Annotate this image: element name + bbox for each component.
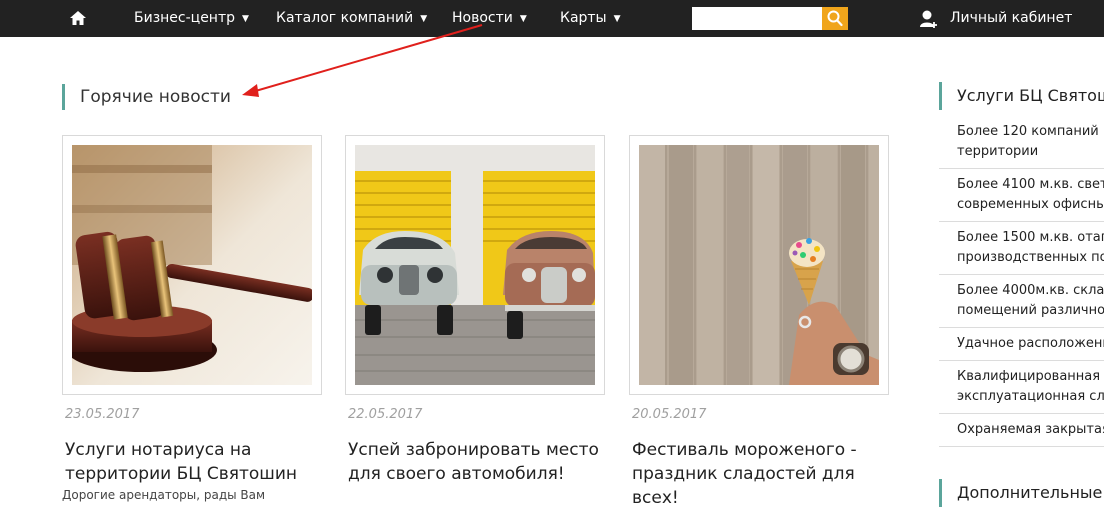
sidebar-title: Услуги БЦ Святошин (939, 82, 1104, 110)
list-item[interactable]: Охраняемая закрытая (939, 414, 1104, 447)
list-item-line: Более 4000м.кв. складских (957, 283, 1104, 298)
news-card-image-link[interactable] (629, 135, 889, 395)
list-item-line: Более 4100 м.кв. светлых (957, 177, 1104, 192)
news-date: 20.05.2017 (632, 407, 707, 422)
news-card: 22.05.2017 Успей забронировать место для… (345, 135, 605, 486)
news-card: 23.05.2017 Услуги нотариуса на территори… (62, 135, 322, 502)
list-item[interactable]: Квалифицированная эксплуатационная служб… (939, 361, 1104, 414)
list-item-line: производственных помещений (957, 250, 1104, 265)
news-card-image-link[interactable] (345, 135, 605, 395)
list-item-line: Более 120 компаний на (957, 124, 1104, 139)
news-date: 22.05.2017 (348, 407, 423, 422)
search-button[interactable] (822, 7, 848, 30)
list-item-line: помещений различного (957, 303, 1104, 318)
personal-cabinet-link[interactable]: Личный кабинет (950, 0, 1072, 37)
list-item[interactable]: Удачное расположение (939, 328, 1104, 361)
services-sidebar: Услуги БЦ Святошин Более 120 компаний на… (939, 82, 1104, 447)
list-item[interactable]: Более 1500 м.кв. отапливаемых производст… (939, 222, 1104, 275)
sidebar-title-additional: Дополнительные (939, 479, 1104, 507)
annotation-arrow-icon (242, 24, 483, 97)
nav-item-label: Карты (560, 10, 607, 26)
news-card: 20.05.2017 Фестиваль мороженого - праздн… (629, 135, 889, 510)
list-item-line: Удачное расположение (957, 336, 1104, 351)
home-icon[interactable] (68, 9, 88, 27)
services-list: Более 120 компаний на территории Более 4… (939, 116, 1104, 447)
news-title-link[interactable]: Услуги нотариуса на территории БЦ Святош… (65, 438, 322, 486)
user-icon[interactable] (919, 9, 939, 29)
news-title-link[interactable]: Успей забронировать место для своего авт… (348, 438, 605, 486)
search-input[interactable] (692, 7, 822, 30)
top-nav-bar: Бизнес-центр ▼ Каталог компаний ▼ Новости ▼… (0, 0, 1104, 37)
list-item-line: Более 1500 м.кв. отапливаемых (957, 230, 1104, 245)
news-title-link[interactable]: Фестиваль мороженого - праздник сладосте… (632, 438, 889, 510)
vintage-cars-garage-photo (355, 145, 595, 385)
news-card-image-link[interactable] (62, 135, 322, 395)
caret-down-icon: ▼ (613, 14, 621, 24)
list-item[interactable]: Более 4100 м.кв. светлых современных офи… (939, 169, 1104, 222)
caret-down-icon: ▼ (519, 14, 527, 24)
news-excerpt: Дорогие арендаторы, рады Вам (62, 488, 266, 502)
nav-item-label: Бизнес-центр (134, 10, 236, 26)
list-item-line: Охраняемая закрытая (957, 422, 1104, 437)
news-date: 23.05.2017 (65, 407, 140, 422)
search-icon (827, 10, 843, 27)
judge-gavel-photo (72, 145, 312, 385)
nav-item-maps[interactable]: Карты ▼ (560, 0, 621, 37)
ice-cream-cone-photo (639, 145, 879, 385)
section-title-hot-news: Горячие новости (62, 84, 231, 110)
list-item-line: Квалифицированная (957, 369, 1101, 384)
list-item-line: эксплуатационная служба (957, 389, 1104, 404)
list-item[interactable]: Более 4000м.кв. складских помещений разл… (939, 275, 1104, 328)
list-item[interactable]: Более 120 компаний на территории (939, 116, 1104, 169)
list-item-line: современных офисных (957, 197, 1104, 212)
list-item-line: территории (957, 144, 1039, 159)
